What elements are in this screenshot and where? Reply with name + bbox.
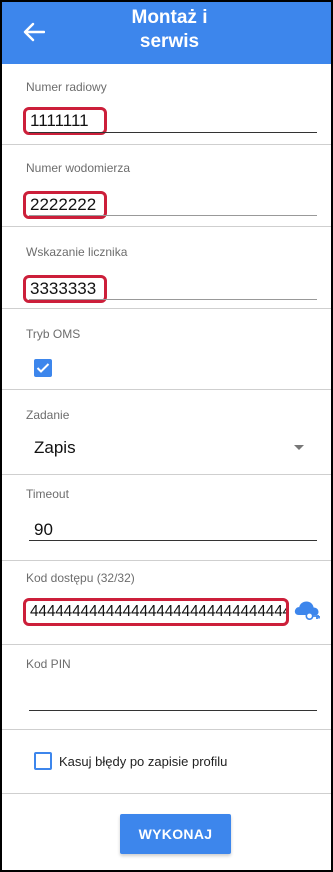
phone-screen: Montaż i serwis Numer radiowy 1111111 Nu… [0, 0, 333, 872]
timeout-underline [29, 540, 317, 541]
task-select[interactable]: Zapis [34, 438, 76, 458]
meter-number-underline [29, 215, 317, 216]
check-icon [36, 363, 50, 373]
cloud-key-icon[interactable] [292, 596, 322, 622]
app-bar: Montaż i serwis [2, 2, 331, 64]
task-label: Zadanie [26, 408, 70, 422]
radio-number-section: Numer radiowy 1111111 [2, 64, 331, 145]
access-code-input[interactable]: 44444444444444444444444444444444 [23, 598, 289, 626]
radio-number-label: Numer radiowy [26, 80, 107, 94]
timeout-label: Timeout [26, 487, 69, 501]
pin-code-underline [29, 710, 317, 711]
oms-mode-section: Tryb OMS [2, 309, 331, 390]
radio-number-underline [29, 132, 317, 133]
pin-code-section: Kod PIN [2, 645, 331, 730]
oms-mode-label: Tryb OMS [26, 327, 81, 341]
timeout-section: Timeout 90 [2, 475, 331, 561]
meter-reading-label: Wskazanie licznika [26, 245, 128, 259]
oms-mode-checkbox[interactable] [34, 359, 52, 377]
pin-code-label: Kod PIN [26, 657, 71, 671]
access-code-label: Kod dostępu (32/32) [26, 571, 135, 585]
radio-number-input[interactable]: 1111111 [23, 107, 107, 135]
chevron-down-icon[interactable] [294, 445, 304, 450]
back-button[interactable] [16, 14, 52, 50]
clear-errors-label[interactable]: Kasuj błędy po zapisie profilu [59, 754, 227, 769]
meter-reading-section: Wskazanie licznika 3333333 [2, 227, 331, 309]
page-title: Montaż i serwis [82, 6, 257, 54]
page-title-line1: Montaż i [131, 7, 208, 28]
page-title-line2: serwis [139, 31, 200, 52]
meter-number-label: Numer wodomierza [26, 161, 131, 175]
clear-errors-checkbox[interactable] [34, 752, 52, 770]
access-code-section: Kod dostępu (32/32) 44444444444444444444… [2, 561, 331, 645]
task-section: Zadanie Zapis [2, 390, 331, 475]
execute-button[interactable]: WYKONAJ [120, 814, 231, 854]
meter-number-section: Numer wodomierza 2222222 [2, 145, 331, 227]
arrow-left-icon [23, 22, 45, 42]
meter-reading-underline [29, 299, 317, 300]
timeout-input[interactable]: 90 [34, 520, 53, 540]
clear-errors-section: Kasuj błędy po zapisie profilu [2, 730, 331, 794]
